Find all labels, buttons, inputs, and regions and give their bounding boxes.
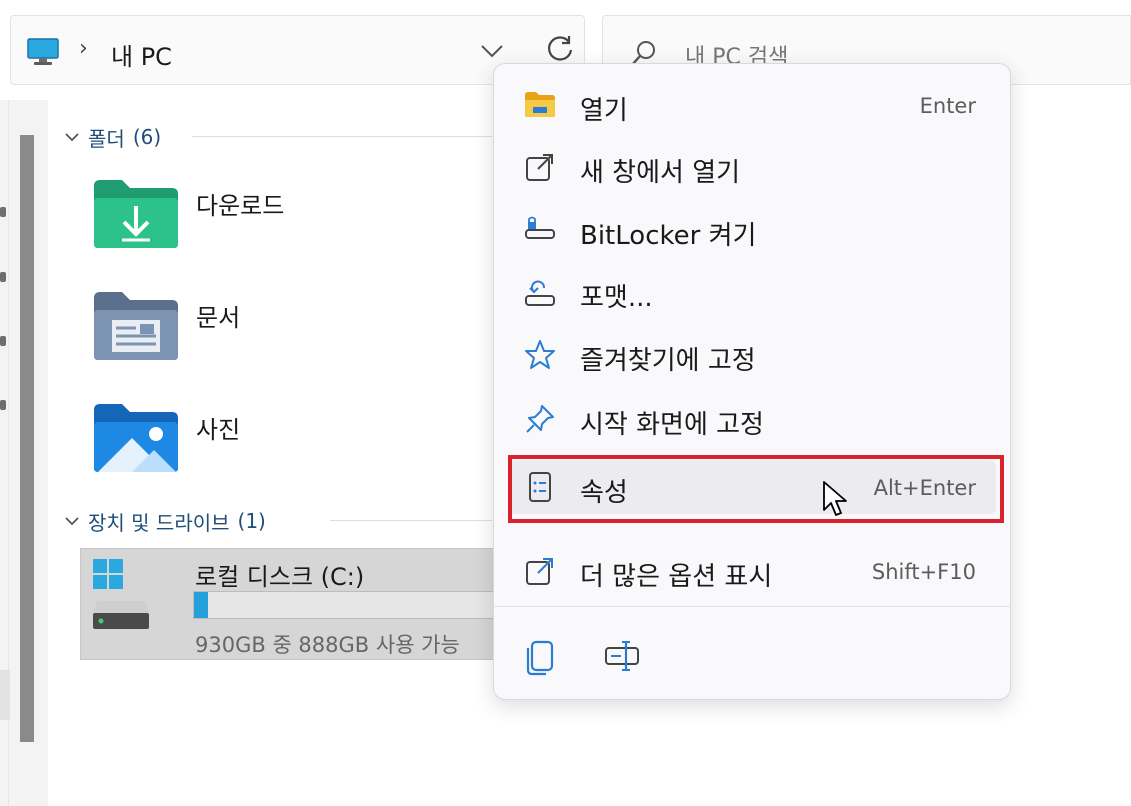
menu-divider xyxy=(493,606,1011,607)
group-divider xyxy=(330,520,492,521)
copy-icon[interactable] xyxy=(522,636,562,676)
menu-item-shortcut: Shift+F10 xyxy=(871,560,976,584)
chevron-down-icon xyxy=(65,517,79,526)
drive-item-local-disk-c[interactable]: 로컬 디스크 (C:) 930GB 중 888GB 사용 가능 xyxy=(80,548,503,660)
nav-expand-arrow[interactable] xyxy=(0,336,6,346)
menu-item-pin-start[interactable]: 시작 화면에 고정 xyxy=(510,392,996,446)
menu-item-label: BitLocker 켜기 xyxy=(580,221,757,251)
group-title: 장치 및 드라이브 xyxy=(88,510,230,535)
rename-icon[interactable] xyxy=(602,636,642,676)
chevron-down-icon[interactable] xyxy=(479,40,505,62)
menu-item-label: 더 많은 옵션 표시 xyxy=(580,562,773,592)
menu-item-bitlocker[interactable]: BitLocker 켜기 xyxy=(510,203,996,257)
refresh-icon[interactable] xyxy=(545,34,575,64)
chevron-down-icon xyxy=(65,133,79,142)
highlight-box xyxy=(508,455,1004,523)
group-header-devices[interactable]: 장치 및 드라이브 (1) xyxy=(64,506,266,536)
nav-expand-arrow[interactable] xyxy=(0,400,6,410)
monitor-icon xyxy=(27,38,59,65)
menu-item-pin-favorites[interactable]: 즐겨찾기에 고정 xyxy=(510,328,996,382)
folder-item-downloads[interactable]: 다운로드 xyxy=(92,178,452,258)
folder-name: 문서 xyxy=(196,304,241,332)
folder-name: 다운로드 xyxy=(196,192,285,220)
drive-usage-fill xyxy=(194,592,208,618)
menu-item-label: 열기 xyxy=(580,96,628,126)
menu-item-open-new-window[interactable]: 새 창에서 열기 xyxy=(510,140,996,194)
nav-selected-item[interactable] xyxy=(0,670,10,720)
menu-item-label: 포맷... xyxy=(580,283,653,313)
menu-item-label: 즐겨찾기에 고정 xyxy=(580,346,756,376)
pin-icon xyxy=(526,405,554,433)
breadcrumb-separator[interactable]: › xyxy=(79,36,88,61)
bitlocker-icon xyxy=(525,216,555,239)
mouse-cursor-icon xyxy=(823,481,847,516)
folder-open-icon xyxy=(525,92,555,117)
drive-usage-bar xyxy=(193,591,503,619)
nav-expand-arrow[interactable] xyxy=(0,207,6,217)
menu-item-shortcut: Enter xyxy=(919,94,976,118)
breadcrumb-this-pc[interactable]: 내 PC xyxy=(111,37,172,72)
star-icon xyxy=(525,340,555,369)
group-title: 폴더 xyxy=(88,126,125,151)
menu-item-format[interactable]: 포맷... xyxy=(510,265,996,319)
context-menu: 열기 Enter 새 창에서 열기 BitLocker 켜기 포맷... 즐겨찾… xyxy=(493,63,1011,700)
open-new-window-icon xyxy=(526,154,553,181)
group-count: (6) xyxy=(132,125,162,149)
group-divider xyxy=(192,136,492,137)
downloads-folder-icon xyxy=(94,180,178,248)
menu-item-more-options[interactable]: 더 많은 옵션 표시 Shift+F10 xyxy=(510,544,996,598)
menu-item-label: 시작 화면에 고정 xyxy=(580,410,764,440)
group-header-folders[interactable]: 폴더 (6) xyxy=(64,122,161,152)
folder-name: 사진 xyxy=(196,416,241,444)
nav-scrollbar-thumb[interactable] xyxy=(20,135,34,742)
drive-name: 로컬 디스크 (C:) xyxy=(195,563,365,591)
nav-expand-arrow[interactable] xyxy=(0,272,6,282)
folder-item-pictures[interactable]: 사진 xyxy=(92,402,452,482)
format-drive-icon xyxy=(525,280,555,306)
menu-item-open[interactable]: 열기 Enter xyxy=(510,78,996,132)
documents-folder-icon xyxy=(94,292,178,360)
drive-free-space: 930GB 중 888GB 사용 가능 xyxy=(195,633,460,657)
local-disk-icon xyxy=(93,559,149,629)
pictures-folder-icon xyxy=(94,404,178,472)
more-options-icon xyxy=(526,558,553,585)
menu-item-label: 새 창에서 열기 xyxy=(580,158,741,188)
folder-item-documents[interactable]: 문서 xyxy=(92,290,452,370)
group-count: (1) xyxy=(237,509,266,533)
